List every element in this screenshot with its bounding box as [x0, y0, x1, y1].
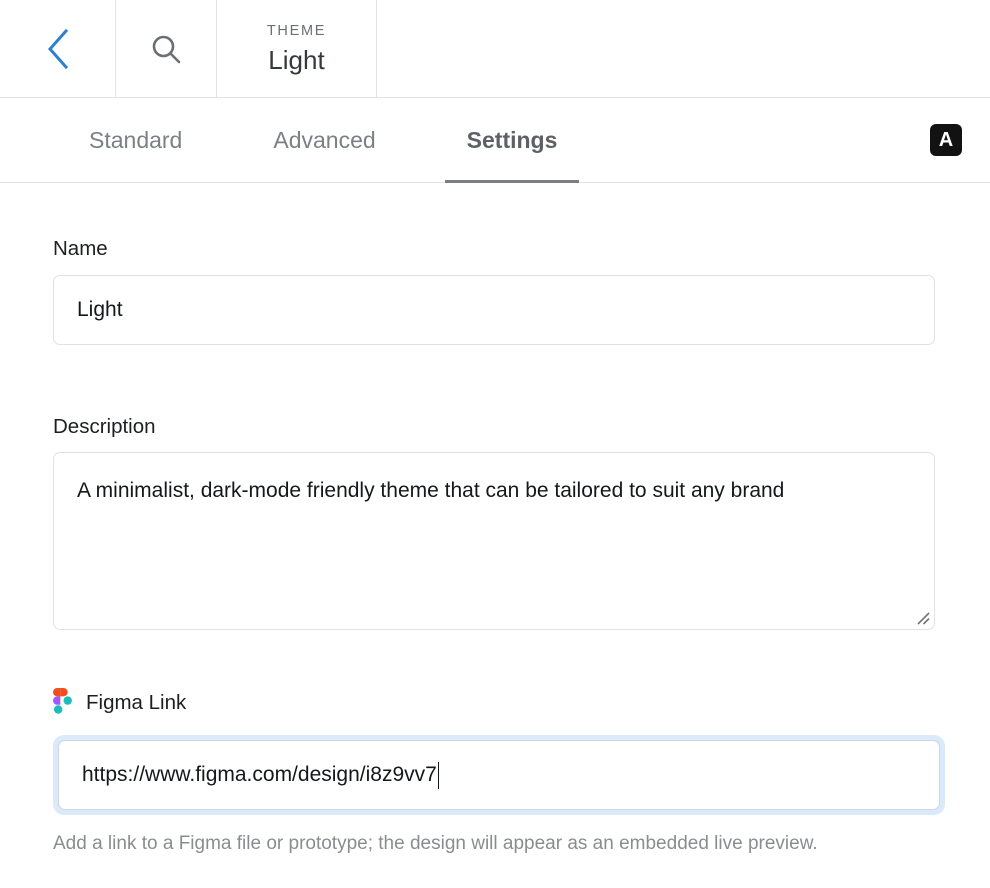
top-header-bar: THEME Light	[0, 0, 990, 98]
search-icon	[152, 35, 181, 63]
figma-link-label: Figma Link	[86, 690, 187, 714]
figma-link-label-row: Figma Link	[53, 688, 935, 718]
theme-indicator[interactable]: THEME Light	[217, 0, 377, 97]
search-button[interactable]	[116, 0, 217, 97]
theme-name-value: Light	[268, 45, 325, 76]
text-cursor	[437, 761, 440, 789]
figma-link-input-value: https://www.figma.com/design/i8z9vv7	[82, 763, 437, 786]
theme-eyebrow-label: THEME	[266, 22, 327, 39]
name-field-group: Name	[53, 237, 935, 345]
tab-settings-label: Settings	[466, 126, 558, 153]
accessibility-badge[interactable]: A	[930, 124, 962, 156]
accessibility-badge-label: A	[938, 129, 954, 151]
resize-grip-icon[interactable]	[914, 609, 930, 625]
name-label: Name	[53, 237, 108, 260]
figma-link-focus-ring: https://www.figma.com/design/i8z9vv7	[53, 735, 945, 815]
description-textarea-value: A minimalist, dark-mode friendly theme t…	[77, 479, 785, 502]
name-input[interactable]	[53, 274, 935, 345]
header-empty-area	[377, 0, 990, 97]
figma-link-field-group: Figma Link https://www.figma.com/design/…	[53, 688, 945, 854]
tab-advanced[interactable]: Advanced	[251, 98, 397, 182]
description-textarea[interactable]: A minimalist, dark-mode friendly theme t…	[53, 452, 935, 630]
settings-form: Name Description A minimalist, dark-mode…	[0, 183, 990, 853]
tab-list: Standard Advanced Settings	[0, 98, 990, 183]
chevron-left-icon	[47, 28, 68, 69]
tab-standard-label: Standard	[89, 126, 183, 153]
figma-link-helper-text: Add a link to a Figma file or prototype;…	[53, 833, 818, 854]
description-field-group: Description A minimalist, dark-mode frie…	[53, 414, 935, 630]
back-button[interactable]	[0, 0, 116, 97]
tab-advanced-label: Advanced	[273, 126, 376, 153]
tab-settings[interactable]: Settings	[444, 98, 580, 183]
tab-bar: Standard Advanced Settings A	[0, 98, 990, 183]
tab-standard[interactable]: Standard	[67, 98, 204, 182]
figma-logo-icon	[53, 688, 72, 714]
description-label: Description	[53, 414, 156, 438]
figma-link-input[interactable]: https://www.figma.com/design/i8z9vv7	[58, 740, 940, 810]
